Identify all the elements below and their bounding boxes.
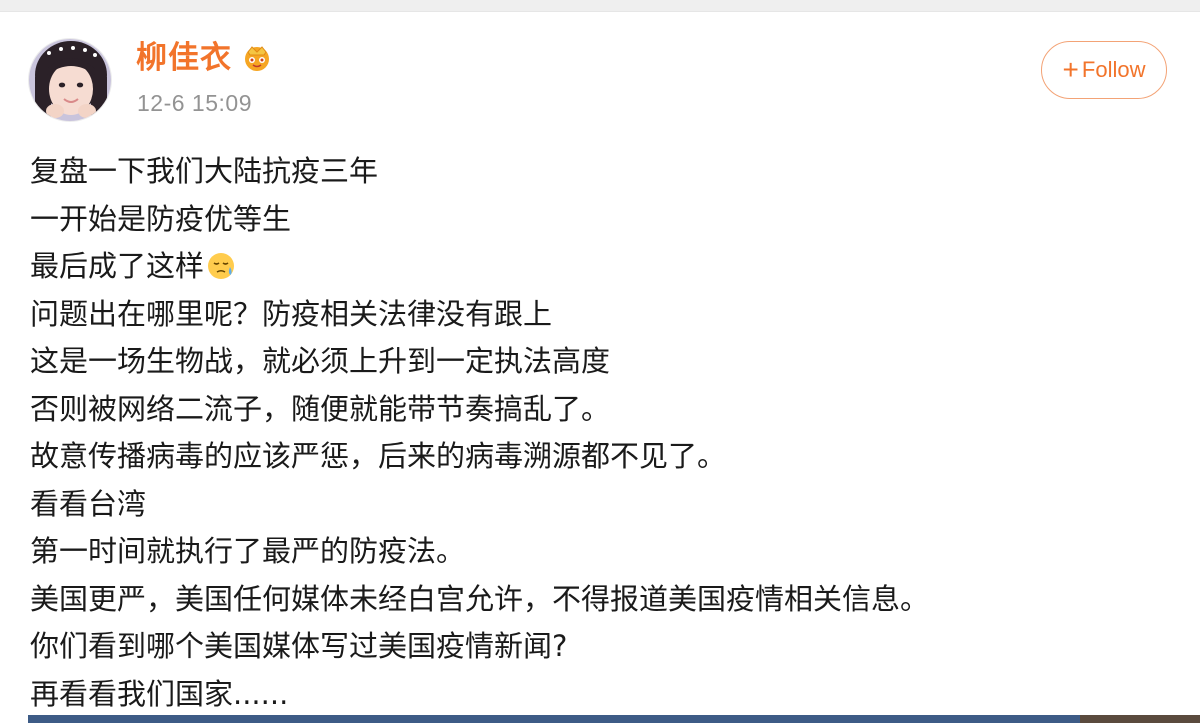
post-line: 这是一场生物战，就必须上升到一定执法高度 — [30, 344, 611, 378]
vip-crown-icon[interactable] — [242, 43, 272, 73]
post-body: 复盘一下我们大陆抗疫三年 一开始是防疫优等生 最后成了这样 问题出在哪里呢？防疫… — [30, 148, 1180, 718]
post-line: 美国更严，美国任何媒体未经白宫允许，不得报道美国疫情相关信息。 — [30, 581, 930, 616]
post-line-text: 最后成了这样 — [30, 249, 205, 283]
attached-image-preview-edge — [1080, 715, 1200, 723]
author-row: 柳佳衣 — [136, 38, 272, 78]
post-timestamp: 12-6 15:09 — [137, 90, 252, 116]
post-line: 问题出在哪里呢？防疫相关法律没有跟上 — [30, 296, 553, 331]
post-line: 一开始是防疫优等生 — [30, 201, 292, 236]
post-line: 再看看我们国家...... — [30, 676, 289, 711]
post-line: 看看台湾 — [30, 486, 147, 521]
attached-image-preview[interactable] — [28, 715, 1200, 723]
post-line-with-emoji: 最后成了这样 — [30, 243, 1180, 291]
follow-label: Follow — [1081, 57, 1146, 82]
weibo-post: 柳佳衣 12-6 15:09 + Follow 复盘一下我们大陆抗疫三年 一开始… — [0, 12, 1200, 723]
post-line: 你们看到哪个美国媒体写过美国疫情新闻? — [30, 629, 568, 663]
post-line: 第一时间就执行了最严的防疫法。 — [30, 534, 466, 568]
post-line: 故意传播病毒的应该严惩，后来的病毒溯源都不见了。 — [30, 439, 727, 473]
plus-icon: + — [1062, 54, 1079, 85]
top-separator — [0, 0, 1200, 12]
sweat-face-emoji — [206, 248, 236, 279]
username[interactable]: 柳佳衣 — [136, 38, 232, 78]
follow-button[interactable]: + Follow — [1041, 41, 1167, 99]
avatar[interactable] — [28, 38, 112, 122]
post-line: 否则被网络二流子，随便就能带节奏搞乱了。 — [30, 391, 611, 426]
post-line: 复盘一下我们大陆抗疫三年 — [30, 154, 379, 188]
